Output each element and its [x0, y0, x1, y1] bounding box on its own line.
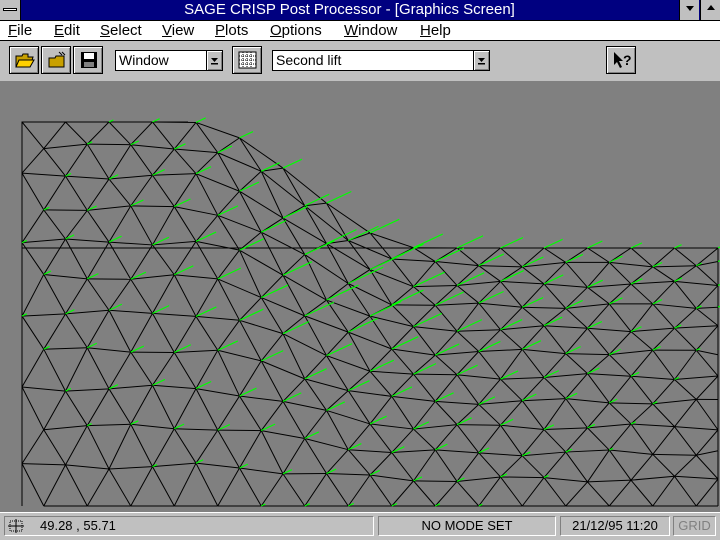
menu-view[interactable]: View: [162, 22, 194, 40]
coordinates-pane: 49.28 , 55.71: [4, 516, 374, 536]
menu-plots[interactable]: Plots: [215, 22, 248, 40]
menu-window[interactable]: Window: [344, 22, 397, 40]
view-select[interactable]: Window: [115, 50, 223, 71]
system-menu-button[interactable]: [0, 0, 21, 20]
menu-file[interactable]: File: [8, 22, 32, 40]
coordinates-value: 49.28 , 55.71: [40, 518, 116, 533]
open-folder-icon: [15, 53, 35, 68]
open-file-button[interactable]: [41, 46, 71, 74]
stage-select-value: Second lift: [276, 52, 342, 68]
save-button[interactable]: [73, 46, 103, 74]
grid-indicator: GRID: [673, 516, 716, 536]
stage-select[interactable]: Second lift: [272, 50, 490, 71]
title-bar: SAGE CRISP Post Processor - [Graphics Sc…: [0, 0, 720, 21]
grid-button[interactable]: [232, 46, 262, 74]
minimize-button[interactable]: [679, 0, 699, 20]
menu-help[interactable]: Help: [420, 22, 451, 40]
mode-pane: NO MODE SET: [378, 516, 556, 536]
svg-text:?: ?: [623, 52, 632, 68]
menu-bar: File Edit Select View Plots Options Wind…: [0, 21, 720, 41]
save-disk-icon: [81, 52, 97, 68]
minimize-arrow-icon: [685, 6, 694, 11]
menu-options[interactable]: Options: [270, 22, 322, 40]
dropdown-arrow-icon: [478, 58, 485, 65]
view-select-value: Window: [119, 52, 169, 68]
context-help-icon: ?: [614, 52, 632, 68]
mesh-lines: [21, 121, 719, 507]
grid-icon: [238, 51, 257, 69]
system-menu-icon: [3, 8, 17, 11]
crosshair-icon: [8, 519, 24, 533]
datetime-pane: 21/12/95 11:20: [560, 516, 670, 536]
toolbar: Window Second lift ?: [0, 41, 720, 82]
open-file-icon: [48, 51, 66, 68]
open-folder-button[interactable]: [9, 46, 39, 74]
maximize-button[interactable]: [700, 0, 720, 20]
window-title: SAGE CRISP Post Processor - [Graphics Sc…: [184, 1, 515, 18]
status-bar: 49.28 , 55.71 NO MODE SET 21/12/95 11:20…: [0, 512, 720, 540]
graphics-canvas[interactable]: [0, 82, 720, 512]
maximize-arrow-icon: [706, 5, 715, 10]
stage-select-dropdown-button[interactable]: [473, 51, 489, 70]
menu-edit[interactable]: Edit: [54, 22, 80, 40]
view-select-dropdown-button[interactable]: [206, 51, 222, 70]
menu-select[interactable]: Select: [100, 22, 142, 40]
dropdown-arrow-icon: [211, 58, 218, 65]
context-help-button[interactable]: ?: [606, 46, 636, 74]
finite-element-mesh: [21, 117, 720, 507]
